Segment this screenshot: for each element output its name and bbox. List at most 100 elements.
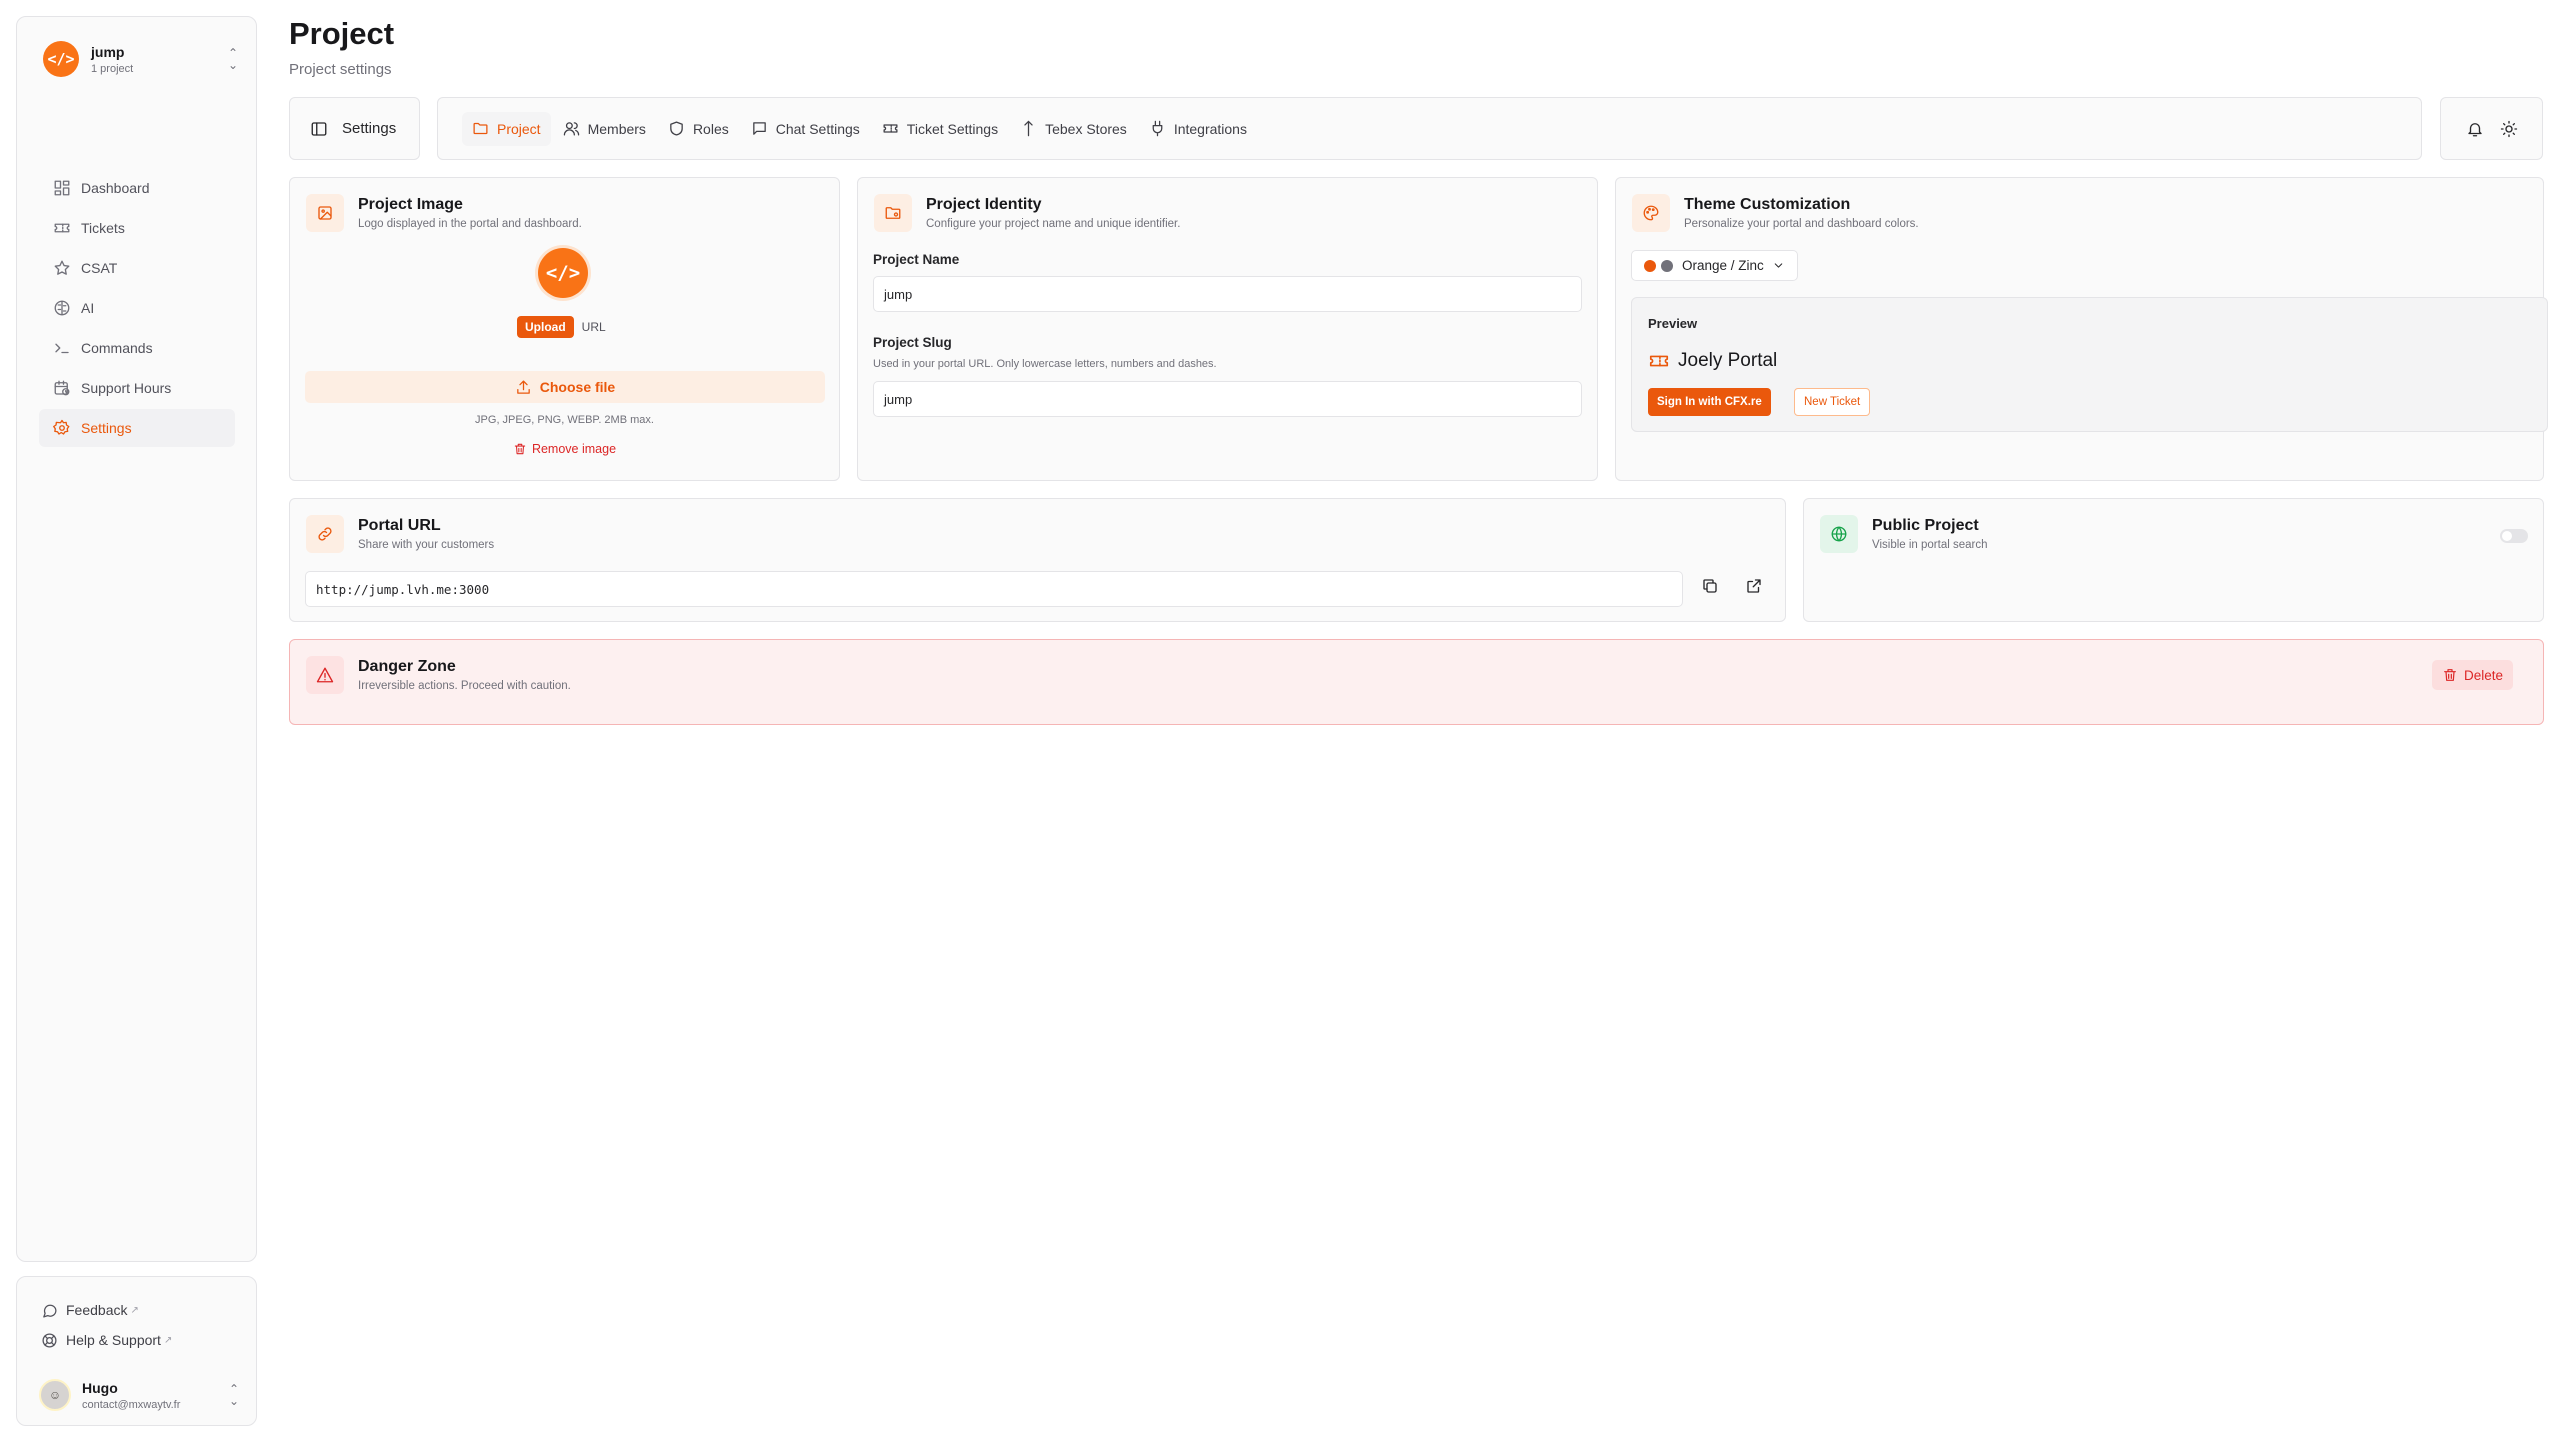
settings-tabs: Project Members Roles Chat Settings Tick… xyxy=(437,97,2422,160)
upload-icon xyxy=(516,379,530,394)
sidebar: </> jump 1 project ⌃ ⌄ Dashboard Tickets … xyxy=(16,16,257,1262)
open-url-button[interactable] xyxy=(1737,569,1771,603)
sidebar-item-label: CSAT xyxy=(81,260,118,276)
external-link-icon: ↗ xyxy=(163,1334,173,1346)
avatar: ☺ xyxy=(39,1379,71,1411)
tab-label: Project xyxy=(497,120,541,137)
upload-tab[interactable]: Upload xyxy=(517,316,574,338)
tab-members[interactable]: Members xyxy=(553,112,656,146)
sidebar-item-label: Tickets xyxy=(81,220,125,236)
sidebar-item-settings[interactable]: Settings xyxy=(39,409,235,447)
project-identity-card: Project Identity Configure your project … xyxy=(857,177,1598,481)
tab-project[interactable]: Project xyxy=(462,111,551,146)
preview-new-ticket-button[interactable]: New Ticket xyxy=(1794,388,1871,416)
sidebar-item-ai[interactable]: AI xyxy=(39,289,235,327)
project-name: jump xyxy=(91,43,125,60)
copy-url-button[interactable] xyxy=(1693,569,1727,603)
card-title: Project Identity xyxy=(926,196,1042,213)
project-logo: </> xyxy=(43,41,79,77)
card-description: Share with your customers xyxy=(358,539,495,551)
secondary-color-dot xyxy=(1661,259,1673,272)
star-icon xyxy=(54,260,70,275)
sidebar-item-label: Commands xyxy=(81,340,153,356)
primary-color-dot xyxy=(1644,259,1656,272)
project-slug-input[interactable]: jump xyxy=(873,381,1582,417)
card-description: Irreversible actions. Proceed with cauti… xyxy=(358,680,571,692)
url-tab[interactable]: URL xyxy=(574,316,614,338)
sidebar-item-csat[interactable]: CSAT xyxy=(39,249,235,287)
project-logo-preview: </> xyxy=(538,248,588,298)
ticket-icon xyxy=(54,223,70,233)
theme-customization-card: Theme Customization Personalize your por… xyxy=(1615,177,2548,481)
card-description: Personalize your portal and dashboard co… xyxy=(1684,218,1919,230)
ticket-icon xyxy=(883,124,898,133)
bell-icon[interactable] xyxy=(2466,120,2484,138)
public-project-toggle[interactable] xyxy=(2500,529,2528,543)
message-circle-icon xyxy=(43,1304,57,1318)
tab-chat-settings[interactable]: Chat Settings xyxy=(741,112,870,146)
trash-icon xyxy=(514,443,526,455)
image-source-toggle: Upload URL xyxy=(517,315,614,339)
remove-image-button[interactable]: Remove image xyxy=(290,442,839,456)
choose-file-button[interactable]: Choose file xyxy=(305,371,825,403)
help-support-link[interactable]: Help & Support ↗ xyxy=(17,1325,256,1355)
sidebar-item-support-hours[interactable]: Support Hours xyxy=(39,369,235,407)
portal-url-field[interactable]: http://jump.lvh.me:3000 xyxy=(305,571,1683,607)
ai-icon xyxy=(54,300,70,316)
feedback-link[interactable]: Feedback ↗ xyxy=(17,1295,256,1325)
card-description: Configure your project name and unique i… xyxy=(926,218,1181,230)
file-format-hint: JPG, JPEG, PNG, WEBP. 2MB max. xyxy=(475,414,654,426)
sidebar-footer: Feedback ↗ Help & Support ↗ ☺ Hugo contact… xyxy=(16,1276,257,1426)
globe-icon xyxy=(1820,515,1858,553)
chevrons-up-down-icon: ⌃ ⌄ xyxy=(227,46,238,72)
settings-label: Settings xyxy=(342,120,397,137)
project-slug-hint: Used in your portal URL. Only lowercase … xyxy=(873,358,1217,370)
card-description: Visible in portal search xyxy=(1872,539,1988,551)
tab-tebex-stores[interactable]: Tebex Stores xyxy=(1010,112,1137,146)
tab-ticket-settings[interactable]: Ticket Settings xyxy=(872,112,1008,146)
card-description: Logo displayed in the portal and dashboa… xyxy=(358,218,582,230)
tab-label: Roles xyxy=(692,120,729,137)
tab-roles[interactable]: Roles xyxy=(658,112,739,146)
sidebar-item-dashboard[interactable]: Dashboard xyxy=(39,169,235,207)
delete-label: Delete xyxy=(2464,667,2504,683)
header-actions xyxy=(2440,97,2543,160)
project-slug-label: Project Slug xyxy=(873,335,952,350)
preview-sign-in-button[interactable]: Sign In with CFX.re xyxy=(1648,388,1771,416)
project-name-input[interactable]: jump xyxy=(873,276,1582,312)
sidebar-item-label: Support Hours xyxy=(81,380,172,396)
choose-file-label: Choose file xyxy=(539,379,616,395)
tebex-icon xyxy=(1024,120,1033,137)
sidebar-item-commands[interactable]: Commands xyxy=(39,329,235,367)
link-icon xyxy=(306,515,344,553)
chevrons-up-down-icon: ⌃ ⌄ xyxy=(228,1382,239,1408)
gear-icon xyxy=(53,419,70,435)
project-switcher[interactable]: </> jump 1 project ⌃ ⌄ xyxy=(43,37,238,81)
chevron-down-icon xyxy=(1774,263,1783,268)
user-menu[interactable]: ☺ Hugo contact@mxwaytv.fr ⌃ ⌄ xyxy=(39,1373,239,1417)
preview-brand: Joely Portal xyxy=(1648,350,1777,372)
dashboard-icon xyxy=(54,180,70,196)
palette-icon xyxy=(1632,194,1670,232)
sun-icon[interactable] xyxy=(2500,120,2518,138)
theme-preview: Preview Joely Portal Sign In with CFX.re… xyxy=(1631,297,2548,432)
page-subtitle: Project settings xyxy=(289,61,392,78)
life-buoy-icon xyxy=(42,1332,57,1348)
delete-project-button[interactable]: Delete xyxy=(2432,660,2514,690)
tab-label: Ticket Settings xyxy=(906,120,999,137)
project-name-label: Project Name xyxy=(873,252,960,267)
feedback-label: Feedback xyxy=(66,1302,128,1318)
sidebar-item-tickets[interactable]: Tickets xyxy=(39,209,235,247)
external-link-icon: ↗ xyxy=(130,1304,139,1316)
danger-zone-card: Danger Zone Irreversible actions. Procee… xyxy=(289,639,2544,725)
tab-integrations[interactable]: Integrations xyxy=(1139,112,1257,146)
card-title: Theme Customization xyxy=(1684,196,1851,213)
user-name: Hugo xyxy=(82,1379,118,1396)
users-icon xyxy=(563,122,579,136)
tab-label: Tebex Stores xyxy=(1045,120,1127,137)
card-title: Danger Zone xyxy=(358,658,456,675)
theme-select[interactable]: Orange / Zinc xyxy=(1631,250,1798,281)
settings-toggle-button[interactable]: Settings xyxy=(289,97,420,160)
calendar-clock-icon xyxy=(54,380,70,396)
tab-label: Integrations xyxy=(1173,120,1247,137)
